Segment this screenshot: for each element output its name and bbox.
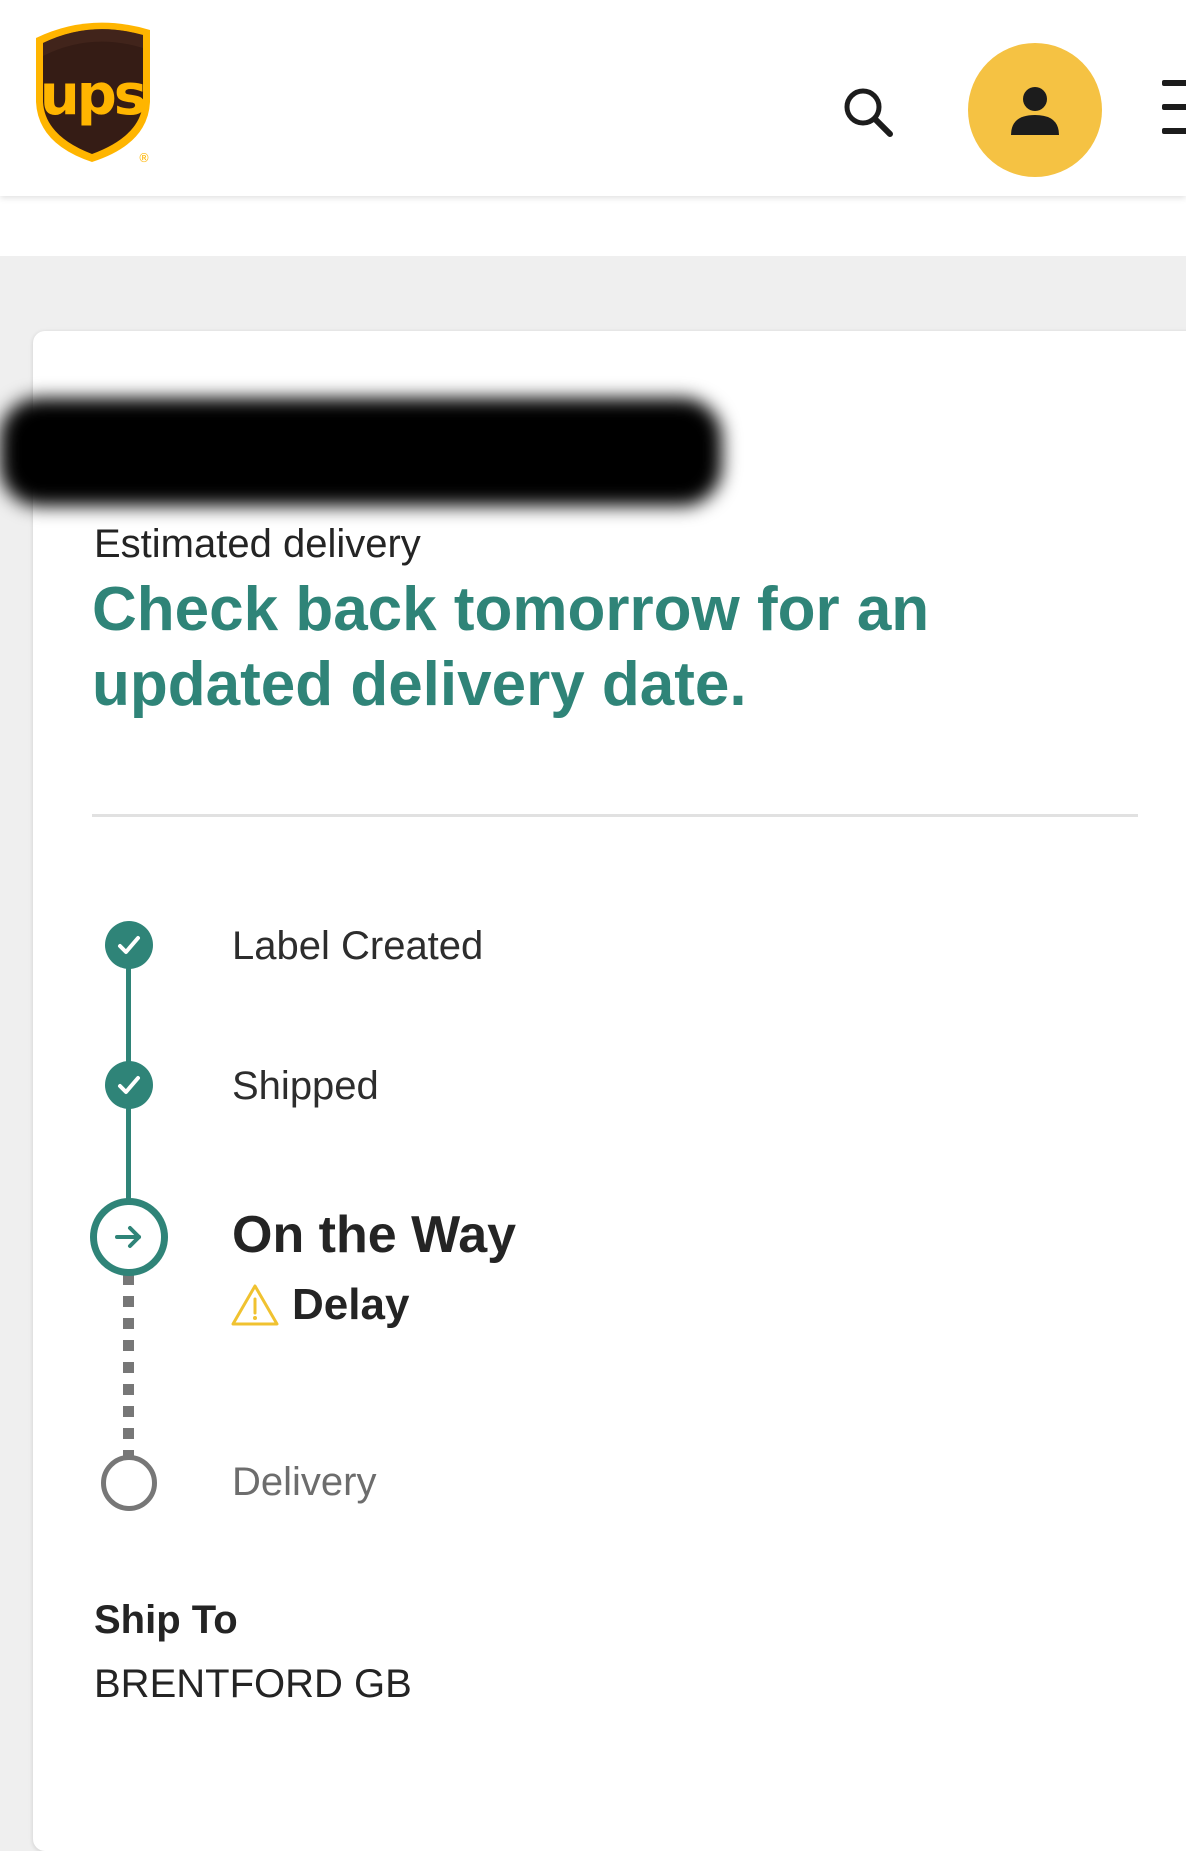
top-header: ups ® bbox=[0, 0, 1186, 196]
ups-logo[interactable]: ups ® bbox=[30, 16, 156, 165]
header-subband bbox=[0, 196, 1186, 256]
estimated-delivery-message: Check back tomorrow for an updated deliv… bbox=[92, 575, 930, 719]
svg-text:ups: ups bbox=[40, 63, 145, 128]
arrow-right-icon bbox=[115, 1226, 141, 1248]
hamburger-menu-icon bbox=[1162, 80, 1186, 86]
search-button[interactable] bbox=[832, 76, 904, 148]
ship-to-value: BRENTFORD GB bbox=[94, 1662, 412, 1706]
step-complete-node bbox=[105, 921, 153, 969]
step-pending-node bbox=[101, 1455, 157, 1511]
svg-text:®: ® bbox=[138, 151, 150, 164]
step-label-created: Label Created bbox=[232, 924, 484, 968]
account-button[interactable] bbox=[968, 43, 1102, 177]
step-complete-node bbox=[105, 1061, 153, 1109]
divider bbox=[92, 814, 1138, 817]
step-on-the-way: On the Way bbox=[232, 1206, 517, 1264]
ship-to-label: Ship To bbox=[94, 1598, 238, 1642]
ups-shield-icon: ups ® bbox=[36, 22, 150, 165]
step-shipped: Shipped bbox=[232, 1064, 379, 1108]
estimated-delivery-label: Estimated delivery bbox=[94, 522, 421, 566]
delay-text: Delay bbox=[292, 1280, 410, 1329]
checkmark-icon bbox=[118, 936, 140, 954]
user-icon bbox=[1011, 87, 1059, 135]
warning-icon bbox=[231, 1284, 279, 1326]
step-current-node bbox=[90, 1198, 168, 1276]
redaction-mark bbox=[0, 398, 722, 506]
search-icon bbox=[844, 88, 893, 137]
hamburger-menu-button[interactable] bbox=[1160, 78, 1186, 136]
step-delivery: Delivery bbox=[232, 1460, 377, 1504]
delay-alert[interactable]: Delay bbox=[230, 1280, 409, 1330]
checkmark-icon bbox=[118, 1076, 140, 1094]
progress-line-pending bbox=[123, 1274, 134, 1460]
